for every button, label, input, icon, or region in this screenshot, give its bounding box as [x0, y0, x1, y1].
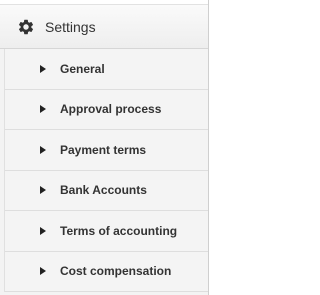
- menu-item-label: Cost compensation: [60, 264, 172, 279]
- menu-item-bank-accounts[interactable]: Bank Accounts: [5, 170, 208, 211]
- menu-item-approval-process[interactable]: Approval process: [5, 89, 208, 130]
- menu-item-cost-compensation[interactable]: Cost compensation: [5, 251, 208, 292]
- gear-icon: [16, 17, 36, 37]
- caret-right-icon: [40, 226, 46, 235]
- menu-item-label: Approval process: [60, 102, 162, 117]
- caret-right-icon: [40, 105, 46, 114]
- menu-item-label: General: [60, 61, 105, 76]
- settings-panel: Settings General Approval process Paymen…: [0, 0, 209, 295]
- settings-header[interactable]: Settings: [0, 4, 208, 49]
- caret-right-icon: [40, 145, 46, 154]
- menu-item-payment-terms[interactable]: Payment terms: [5, 130, 208, 171]
- settings-title: Settings: [45, 18, 96, 35]
- caret-right-icon: [40, 267, 46, 276]
- settings-menu: General Approval process Payment terms B…: [4, 49, 208, 292]
- menu-item-label: Terms of accounting: [60, 223, 178, 238]
- menu-item-label: Bank Accounts: [60, 183, 147, 198]
- menu-item-label: Payment terms: [60, 142, 147, 157]
- menu-item-terms-of-accounting[interactable]: Terms of accounting: [5, 211, 208, 252]
- caret-right-icon: [40, 186, 46, 195]
- menu-item-general[interactable]: General: [5, 49, 208, 90]
- caret-right-icon: [40, 64, 46, 73]
